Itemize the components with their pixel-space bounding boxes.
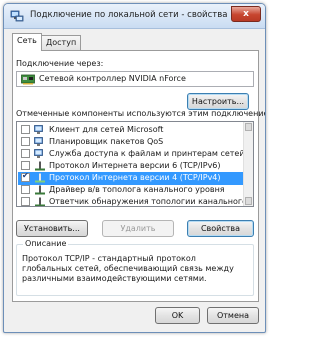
protocol-icon	[35, 161, 45, 171]
configure-button[interactable]: Настроить...	[187, 93, 249, 110]
cancel-button[interactable]: Отмена	[207, 307, 259, 324]
properties-button[interactable]: Свойства	[187, 220, 254, 237]
component-checkbox[interactable]	[21, 137, 30, 146]
adapter-name: Сетевой контроллер NVIDIA nForce	[39, 74, 186, 83]
protocol-icon	[35, 185, 45, 195]
install-button[interactable]: Установить...	[16, 220, 88, 237]
list-item[interactable]: Ответчик обнаружения топологии канальног…	[18, 196, 253, 206]
component-checkbox[interactable]	[21, 149, 30, 158]
component-label: Протокол Интернета версии 4 (TCP/IPv4)	[49, 173, 221, 182]
description-title: Описание	[23, 239, 69, 248]
component-checkbox-checked[interactable]	[21, 171, 30, 182]
components-label: Отмеченные компоненты используются этим …	[16, 109, 266, 118]
connect-using-label: Подключение через:	[16, 59, 104, 68]
component-checkbox[interactable]	[21, 125, 30, 134]
component-checkbox[interactable]	[21, 197, 30, 206]
component-label: Служба доступа к файлам и принтерам сете…	[49, 149, 254, 158]
list-scrollbar[interactable]	[243, 122, 253, 206]
title-bar[interactable]: Подключение по локальной сети - свойства…	[4, 4, 265, 29]
adapter-field: Сетевой контроллер NVIDIA nForce	[16, 71, 254, 87]
component-checkbox[interactable]	[21, 161, 30, 170]
close-button[interactable]: x	[231, 6, 261, 22]
network-connection-icon	[10, 10, 24, 22]
tab-sharing[interactable]: Доступ	[41, 35, 82, 50]
component-checkbox[interactable]	[21, 185, 30, 194]
description-text: Протокол TCP/IP - стандартный протокол г…	[22, 254, 234, 283]
tab-network[interactable]: Сеть	[12, 33, 42, 51]
remove-button[interactable]: Удалить	[102, 220, 174, 237]
component-label: Планировщик пакетов QoS	[49, 137, 164, 146]
qos-scheduler-icon	[34, 137, 43, 146]
window-title: Подключение по локальной сети - свойства	[30, 10, 228, 20]
component-label: Драйвер в/в тополога канального уровня	[49, 185, 225, 194]
description-group: Описание Протокол TCP/IP - стандартный п…	[16, 239, 254, 296]
file-printer-sharing-icon	[34, 149, 43, 158]
component-label: Протокол Интернета версии 6 (TCP/IPv6)	[49, 161, 221, 170]
scroll-down-arrow-icon[interactable]	[245, 197, 252, 205]
components-list[interactable]: Клиент для сетей Microsoft Планировщик п…	[16, 121, 254, 207]
protocol-icon	[35, 173, 45, 183]
properties-dialog: Подключение по локальной сети - свойства…	[3, 3, 266, 333]
network-client-icon	[34, 125, 43, 134]
component-label: Ответчик обнаружения топологии канальног…	[49, 197, 253, 206]
ok-button[interactable]: OK	[155, 307, 200, 324]
scroll-up-arrow-icon[interactable]	[245, 123, 252, 131]
network-adapter-icon	[21, 74, 35, 85]
protocol-icon	[35, 197, 45, 206]
component-label: Клиент для сетей Microsoft	[49, 125, 164, 134]
